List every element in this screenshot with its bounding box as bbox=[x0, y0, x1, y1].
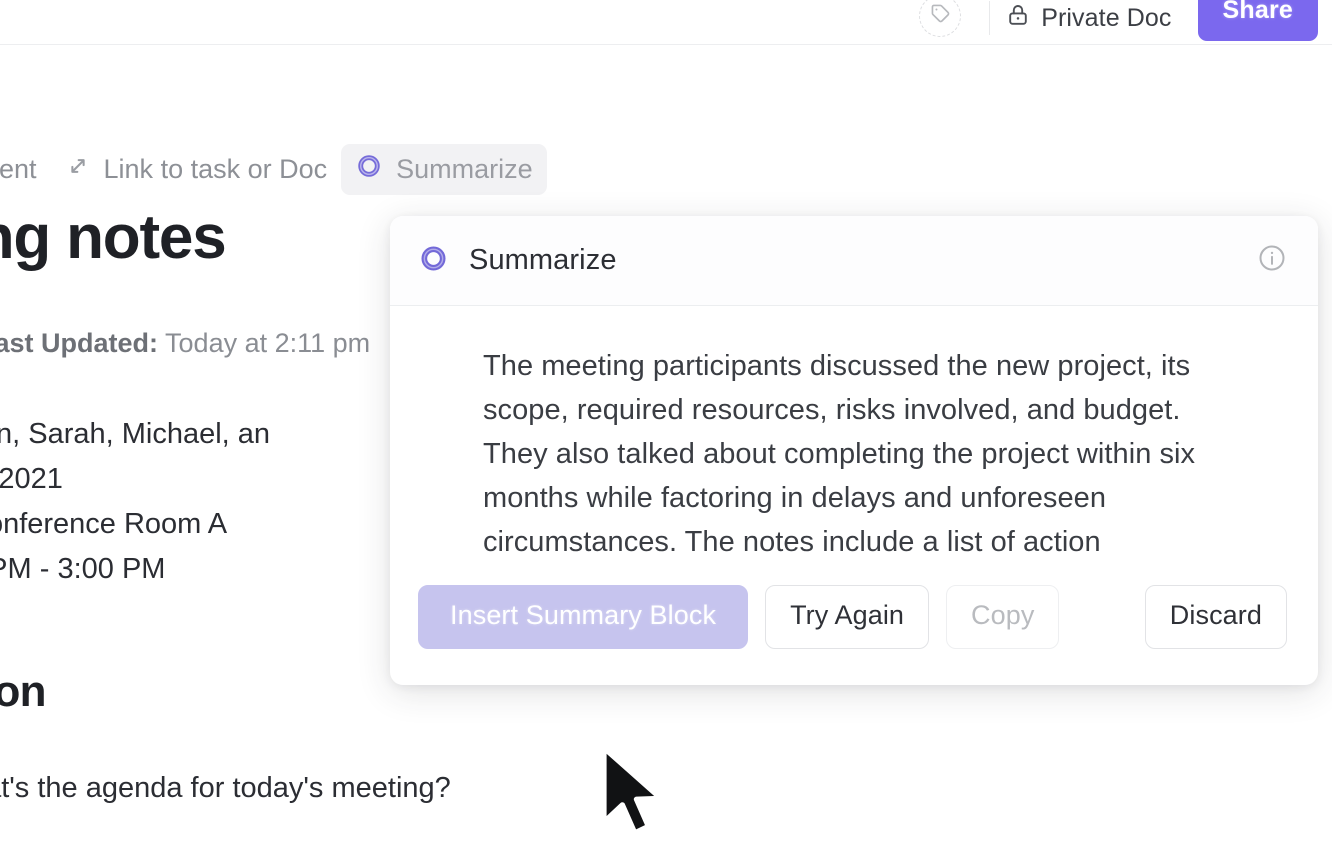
last-updated-label: Last Updated: bbox=[0, 328, 159, 358]
summarize-modal-title: Summarize bbox=[469, 244, 617, 276]
document-line-location[interactable]: Conference Room A bbox=[0, 508, 227, 541]
ai-ring-icon bbox=[418, 243, 449, 279]
copy-button[interactable]: Copy bbox=[946, 585, 1060, 649]
privacy-status[interactable]: Private Doc bbox=[1006, 3, 1171, 34]
summarize-modal-body: The meeting participants discussed the n… bbox=[390, 306, 1318, 564]
summarize-modal-actions: Insert Summary Block Try Again Copy Disc… bbox=[390, 585, 1318, 685]
header-divider bbox=[989, 1, 991, 35]
format-toolbar: mment Link to task or Doc Summarize bbox=[0, 141, 547, 197]
privacy-label: Private Doc bbox=[1041, 3, 1172, 32]
insert-summary-block-button[interactable]: Insert Summary Block bbox=[418, 585, 749, 649]
document-section-heading[interactable]: rsation bbox=[0, 667, 46, 717]
toolbar-item-summarize[interactable]: Summarize bbox=[341, 143, 547, 195]
toolbar-comment-label: mment bbox=[0, 153, 37, 184]
toolbar-item-link-to-task[interactable]: Link to task or Doc bbox=[51, 145, 342, 194]
share-button[interactable]: Share bbox=[1197, 0, 1318, 41]
document-chat-line[interactable]: what's the agenda for today's meeting? bbox=[0, 772, 451, 805]
link-arrows-icon bbox=[65, 153, 91, 186]
try-again-button[interactable]: Try Again bbox=[765, 585, 930, 649]
toolbar-link-label: Link to task or Doc bbox=[103, 153, 328, 184]
line-1-rest: John, Sarah, Michael, an bbox=[0, 418, 271, 450]
summarize-modal-header: Summarize bbox=[390, 216, 1318, 306]
lock-icon bbox=[1006, 3, 1030, 34]
last-updated: Last Updated: Today at 2:11 pm bbox=[0, 328, 370, 359]
summarize-modal: Summarize The meeting participants discu… bbox=[390, 216, 1318, 685]
tag-icon bbox=[930, 3, 951, 29]
document-title[interactable]: eting notes bbox=[0, 202, 227, 273]
document-line-date[interactable]: 15/2021 bbox=[0, 463, 63, 496]
add-tag-button[interactable] bbox=[919, 0, 962, 37]
last-updated-value: Today at 2:11 pm bbox=[165, 328, 371, 358]
toolbar-summarize-label: Summarize bbox=[396, 153, 533, 184]
ai-ring-icon bbox=[355, 152, 383, 187]
header-right-group: Private Doc Share bbox=[919, 0, 1318, 44]
summary-text: The meeting participants discussed the n… bbox=[483, 350, 1196, 558]
document-line-time[interactable]: 0 PM - 3:00 PM bbox=[0, 553, 165, 586]
document-line-participants[interactable]: nts: John, Sarah, Michael, an bbox=[0, 418, 270, 451]
document-header-bar: Private Doc Share bbox=[0, 0, 1332, 45]
discard-button[interactable]: Discard bbox=[1144, 585, 1287, 649]
toolbar-item-comment[interactable]: mment bbox=[0, 146, 51, 193]
info-circle-icon[interactable] bbox=[1257, 243, 1287, 278]
